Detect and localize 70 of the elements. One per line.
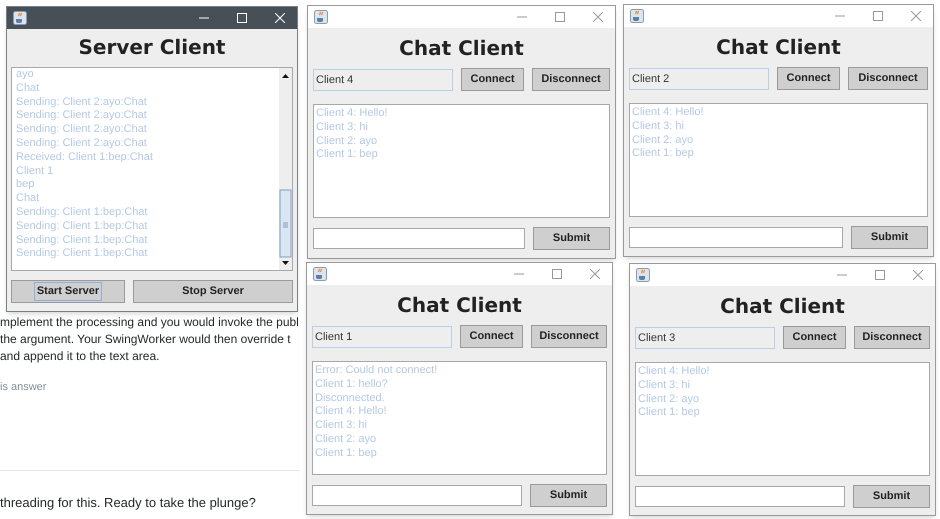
message-line: Client 2: ayo: [316, 134, 378, 148]
disconnect-button[interactable]: Disconnect: [531, 325, 607, 348]
log-line: Sending: Client 1:bep:Chat: [16, 206, 148, 220]
message-line: Client 3: hi: [316, 120, 369, 135]
coffee-cup-icon: [313, 267, 327, 281]
message-input[interactable]: [312, 485, 522, 506]
log-line: Client 1: [16, 164, 54, 178]
submit-button[interactable]: Submit: [853, 485, 930, 508]
log-line: Sending: Client 1:bep:Chat: [16, 247, 148, 262]
submit-button[interactable]: Submit: [533, 227, 610, 250]
message-line: Client 1: bep: [315, 446, 378, 461]
coffee-cup-icon: [314, 10, 328, 24]
coffee-cup-icon: [636, 268, 650, 282]
log-line: ayo: [16, 68, 35, 82]
message-line: Client 3: hi: [315, 419, 368, 433]
message-line: Client 4: Hello!: [315, 405, 388, 420]
log-line: Sending: Client 2:ayo:Chat: [16, 96, 148, 110]
comment-text: threading for this. Ready to take the plunge?: [0, 494, 256, 512]
name-field[interactable]: Client 3: [635, 326, 775, 348]
message-line: Client 3: hi: [632, 120, 685, 134]
submit-button[interactable]: Submit: [851, 226, 928, 249]
scrollbar[interactable]: [279, 68, 292, 270]
name-field[interactable]: Client 4: [313, 68, 453, 90]
message-input[interactable]: [313, 228, 525, 249]
message-line: Client 4: Hello!: [638, 365, 711, 379]
connect-button[interactable]: Connect: [777, 67, 840, 90]
window-heading: Chat Client: [396, 292, 523, 319]
disconnect-button[interactable]: Disconnect: [848, 67, 928, 90]
name-field[interactable]: Client 1: [312, 326, 452, 348]
disconnect-button[interactable]: Disconnect: [854, 326, 930, 349]
message-line: Client 1: hello?: [315, 378, 389, 392]
coffee-cup-icon: [13, 11, 27, 25]
log-line: Sending: Client 1:bep:Chat: [16, 220, 148, 234]
coffee-cup-icon: [630, 9, 644, 23]
message-line: Client 1: bep: [632, 147, 695, 162]
window-heading: Server Client: [77, 34, 226, 61]
log-line: Sending: Client 2:ayo:Chat: [16, 109, 148, 124]
message-line: Client 2: ayo: [638, 392, 700, 406]
message-input[interactable]: [635, 486, 845, 507]
window-heading: Chat Client: [715, 34, 842, 61]
window-heading: Chat Client: [719, 293, 846, 320]
log-line: bep: [16, 178, 36, 192]
connect-button[interactable]: Connect: [460, 325, 523, 348]
log-line: Chat: [16, 192, 40, 206]
message-input[interactable]: [629, 227, 843, 248]
message-line: Error: Could not connect!: [315, 364, 438, 378]
disconnect-button[interactable]: Disconnect: [532, 68, 610, 91]
message-line: Client 1: bep: [316, 148, 379, 162]
server-button[interactable]: Stop Server: [133, 280, 293, 303]
message-line: Client 4: Hello!: [316, 107, 389, 121]
log-line: Sending: Client 2:ayo:Chat: [16, 136, 148, 151]
name-field[interactable]: Client 2: [629, 68, 769, 90]
answer-text: the argument. Your SwingWorker would then override t: [0, 331, 291, 348]
message-line: Client 2: ayo: [315, 432, 378, 447]
message-line: Client 2: ayo: [632, 134, 694, 148]
message-line: Client 4: Hello!: [632, 106, 705, 120]
server-button[interactable]: Start Server: [11, 280, 125, 303]
message-line: Client 3: hi: [638, 378, 691, 393]
connect-button[interactable]: Connect: [783, 326, 846, 349]
message-line: Disconnected.: [315, 392, 386, 406]
log-line: Chat: [16, 82, 40, 96]
answer-text: mplement the processing and you would invoke the publ: [0, 314, 299, 331]
log-line: Sending: Client 1:bep:Chat: [16, 234, 148, 248]
answer-text: and append it to the text area.: [0, 348, 160, 365]
submit-button[interactable]: Submit: [530, 484, 607, 507]
log-line: Sending: Client 2:ayo:Chat: [16, 123, 148, 137]
connect-button[interactable]: Connect: [461, 68, 524, 91]
window-heading: Chat Client: [398, 35, 525, 62]
log-line: Received: Client 1:bep:Chat: [16, 150, 154, 165]
message-line: Client 1: bep: [638, 406, 701, 420]
